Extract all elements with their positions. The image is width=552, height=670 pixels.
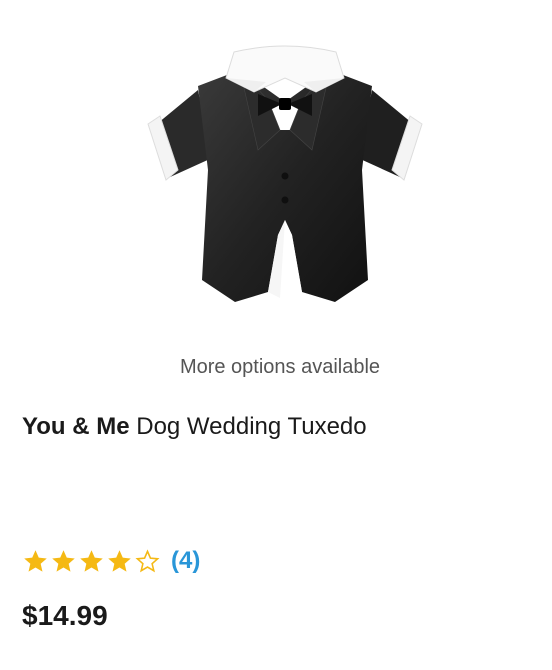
star-filled-icon bbox=[52, 549, 75, 572]
product-rating: (4) bbox=[22, 544, 200, 578]
product-title[interactable]: You & Me Dog Wedding Tuxedo bbox=[22, 413, 367, 441]
product-price: $14.99 bbox=[22, 600, 108, 631]
more-options-note[interactable]: More options available bbox=[0, 356, 552, 379]
product-image[interactable] bbox=[140, 30, 430, 330]
product-name: Dog Wedding Tuxedo bbox=[136, 413, 367, 440]
star-empty-icon bbox=[135, 548, 160, 572]
star-rating bbox=[22, 548, 161, 575]
review-count-link[interactable]: (4) bbox=[171, 547, 200, 575]
product-card[interactable]: More options available You & Me Dog Wedd… bbox=[0, 0, 552, 670]
product-brand: You & Me bbox=[22, 413, 130, 440]
star-filled-icon bbox=[108, 549, 131, 572]
star-filled-icon bbox=[24, 549, 47, 572]
star-filled-icon bbox=[80, 549, 103, 572]
